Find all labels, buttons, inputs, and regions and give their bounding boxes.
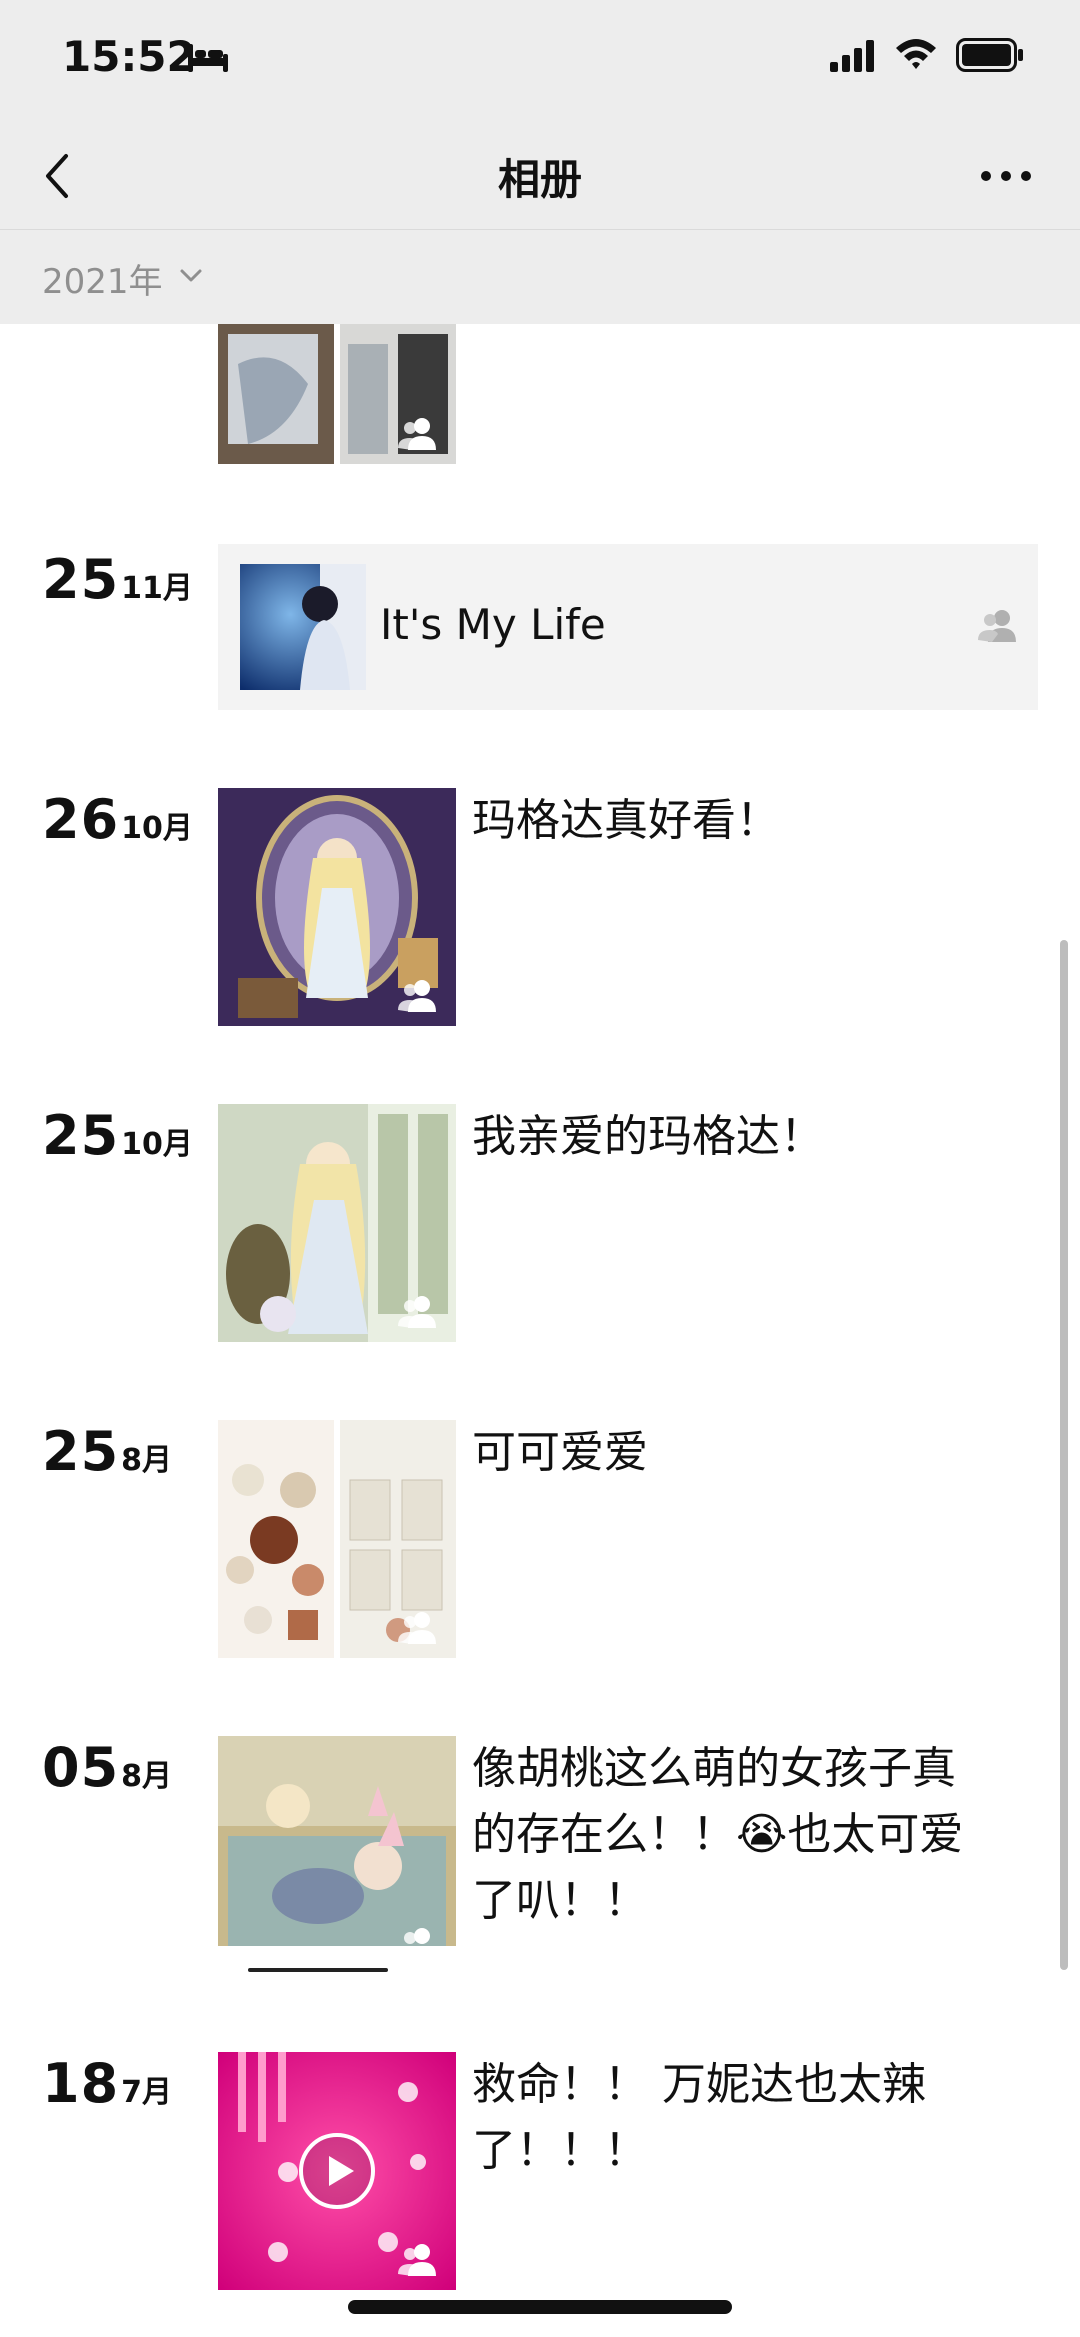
video-thumbnail[interactable]: [218, 2052, 456, 2290]
friend-visibility-icon: [398, 980, 436, 1012]
wifi-icon: [896, 39, 936, 69]
entry-date: 058月: [42, 1736, 172, 1799]
year-filter-label[interactable]: 2021年: [42, 254, 163, 303]
entry-date: 2511月: [42, 548, 193, 611]
entry-month: 10月: [121, 811, 193, 846]
entry-date: 258月: [42, 1420, 172, 1483]
friend-visibility-icon: [398, 2244, 436, 2276]
more-options-icon[interactable]: [980, 168, 1032, 184]
photo-thumbnail[interactable]: [218, 1736, 456, 1974]
friend-visibility-icon: [398, 1296, 436, 1328]
scrollbar[interactable]: [1060, 940, 1068, 1970]
friend-visibility-icon: [978, 610, 1016, 642]
link-thumbnail: [240, 564, 366, 690]
entry-date: 2610月: [42, 788, 193, 851]
entry-caption: 救命！！ 万妮达也太辣了！！！: [472, 2059, 926, 2176]
nav-bar: 相册: [0, 120, 1080, 230]
entry-month: 11月: [121, 571, 193, 606]
entry-date: 187月: [42, 2052, 172, 2115]
shared-link-card[interactable]: It's My Life: [218, 544, 1038, 710]
battery-icon: [956, 38, 1023, 72]
entry-month: 8月: [121, 1759, 173, 1794]
entry-caption: 玛格达真好看！: [472, 795, 780, 846]
friend-visibility-icon: [398, 418, 436, 450]
entry-day: 18: [42, 2052, 120, 2115]
photo-grid-thumbnail[interactable]: [218, 324, 456, 464]
entry-day: 25: [42, 548, 120, 611]
home-indicator[interactable]: [348, 2300, 732, 2314]
entry-caption: 像胡桃这么萌的女孩子真的存在么！！😭也太可爱了叭！！: [472, 1743, 964, 1926]
chevron-down-icon: [180, 269, 202, 282]
page-title: 相册: [497, 155, 582, 204]
play-icon[interactable]: [298, 2132, 376, 2210]
status-time: 15:52: [62, 32, 196, 81]
link-title: It's My Life: [380, 600, 606, 649]
entry-day: 26: [42, 788, 120, 851]
entry-day: 25: [42, 1104, 120, 1167]
entry-month: 7月: [121, 2075, 173, 2110]
photo-thumbnail[interactable]: [218, 788, 456, 1026]
entry-day: 05: [42, 1736, 120, 1799]
entry-month: 8月: [121, 1443, 173, 1478]
friend-visibility-icon: [398, 1612, 436, 1644]
entry-date: 2510月: [42, 1104, 193, 1167]
cellular-signal-icon: [830, 40, 874, 72]
entry-caption: 可可爱爱: [472, 1427, 648, 1478]
entry-month: 10月: [121, 1127, 193, 1162]
photo-grid-thumbnail[interactable]: [218, 1420, 456, 1658]
entry-caption: 我亲爱的玛格达！: [472, 1111, 824, 1162]
status-bar: 15:52: [0, 0, 1080, 120]
photo-thumbnail[interactable]: [218, 1104, 456, 1342]
friend-visibility-icon: [398, 1928, 436, 1960]
sleep-focus-icon: [188, 44, 228, 72]
link-thumbnail-image: [240, 564, 366, 690]
entry-day: 25: [42, 1420, 120, 1483]
year-filter-bar[interactable]: 2021年: [0, 230, 1080, 324]
